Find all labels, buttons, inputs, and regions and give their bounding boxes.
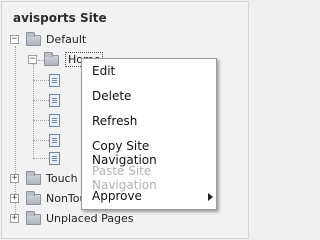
tree-node-label: Default — [46, 33, 87, 46]
page-icon[interactable] — [49, 134, 60, 147]
folder-icon — [26, 32, 41, 46]
tree-guide-line — [33, 158, 49, 160]
tree-node-label: Touch — [46, 172, 78, 185]
tree-guide-line — [33, 120, 49, 122]
tree-node-label: Unplaced Pages — [46, 212, 134, 225]
tree-guide-line — [33, 80, 49, 82]
collapse-icon[interactable]: − — [28, 55, 37, 64]
page-icon[interactable] — [49, 94, 60, 107]
folder-icon — [26, 191, 41, 205]
site-title: avisports Site — [13, 11, 107, 25]
page-icon[interactable] — [49, 114, 60, 127]
folder-icon — [44, 52, 59, 66]
menu-item-paste-site-navigation: Paste Site Navigation — [92, 164, 157, 192]
folder-icon — [26, 211, 41, 225]
expand-icon[interactable]: + — [10, 194, 19, 203]
menu-item-refresh[interactable]: Refresh — [92, 114, 137, 128]
page-icon[interactable] — [49, 152, 60, 165]
expand-icon[interactable]: + — [10, 214, 19, 223]
tree-guide-line — [33, 64, 35, 158]
submenu-arrow-icon — [208, 193, 213, 201]
tree-guide-line — [33, 100, 49, 102]
page-icon[interactable] — [49, 74, 60, 87]
menu-item-approve[interactable]: Approve — [92, 189, 142, 203]
context-menu: Edit Delete Refresh Copy Site Navigation… — [81, 58, 217, 210]
folder-icon — [26, 171, 41, 185]
menu-item-copy-site-navigation[interactable]: Copy Site Navigation — [92, 139, 216, 167]
collapse-icon[interactable]: − — [10, 35, 19, 44]
menu-item-delete[interactable]: Delete — [92, 89, 131, 103]
tree-guide-line — [33, 140, 49, 142]
expand-icon[interactable]: + — [10, 174, 19, 183]
menu-item-edit[interactable]: Edit — [92, 64, 115, 78]
